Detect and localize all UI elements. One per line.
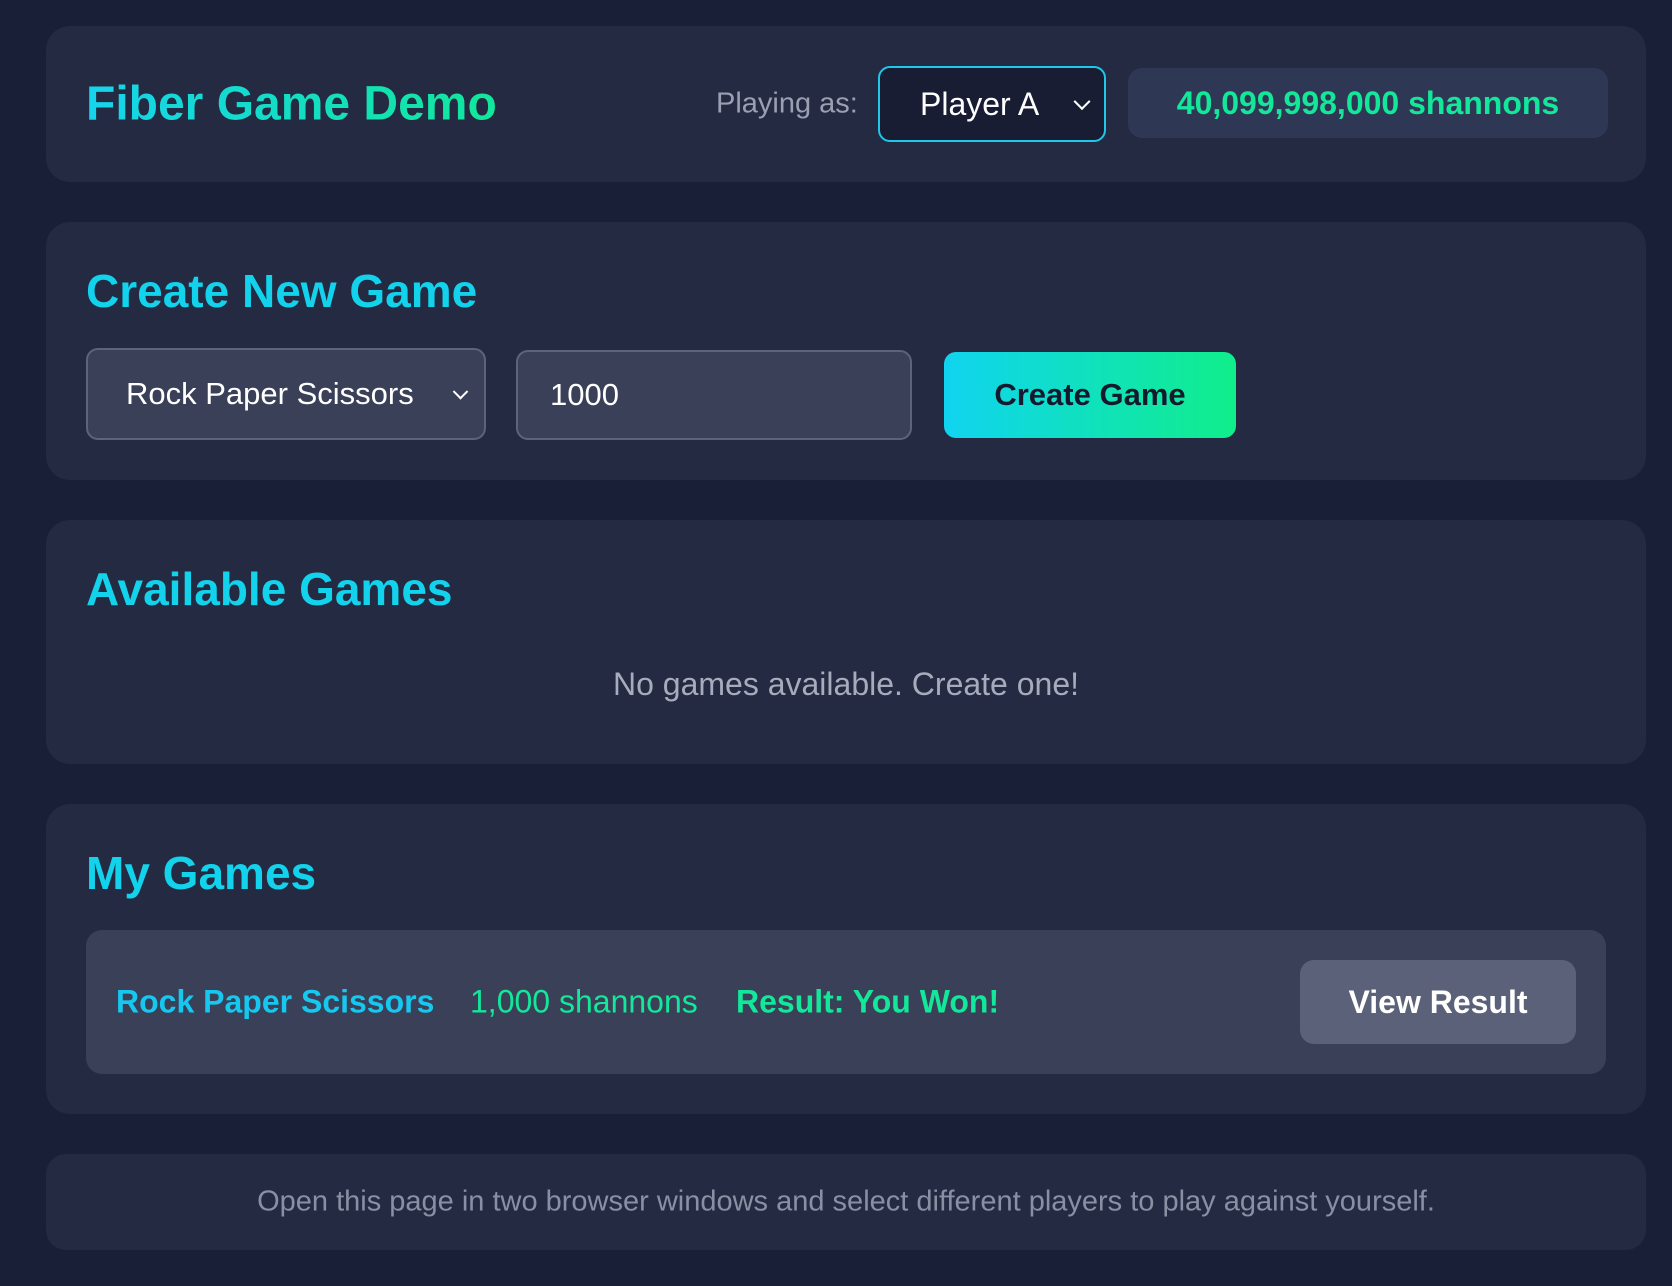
playing-as-label: Playing as: [716, 87, 858, 120]
app-title: Fiber Game Demo [86, 77, 497, 131]
game-row-stake: 1,000 shannons [470, 983, 698, 1020]
footer-card: Open this page in two browser windows an… [46, 1154, 1646, 1250]
available-games-title: Available Games [86, 563, 453, 615]
header-card: Fiber Game Demo Playing as: Player A 40,… [46, 26, 1646, 182]
footer-hint: Open this page in two browser windows an… [257, 1185, 1435, 1218]
chevron-down-icon [1073, 93, 1091, 111]
create-game-button[interactable]: Create Game [944, 352, 1236, 438]
my-games-title: My Games [86, 847, 317, 899]
game-row-result: Result: You Won! [736, 983, 1000, 1020]
create-game-title: Create New Game [86, 265, 478, 317]
game-type-select-value: Rock Paper Scissors [126, 376, 414, 411]
game-row-name: Rock Paper Scissors [116, 983, 435, 1020]
balance-badge: 40,099,998,000 shannons [1128, 68, 1608, 138]
player-select-value: Player A [920, 85, 1040, 122]
page: Fiber Game Demo Playing as: Player A 40,… [0, 0, 1672, 1286]
chevron-down-icon [452, 384, 469, 400]
game-type-select[interactable]: Rock Paper Scissors [86, 348, 486, 440]
my-games-card: My Games Rock Paper Scissors 1,000 shann… [46, 804, 1646, 1114]
stake-input[interactable] [516, 350, 912, 440]
create-game-card: Create New Game Rock Paper Scissors Crea… [46, 222, 1646, 480]
empty-state-message: No games available. Create one! [612, 666, 1080, 702]
game-row: Rock Paper Scissors 1,000 shannons Resul… [86, 930, 1606, 1074]
player-select[interactable]: Player A [878, 66, 1106, 142]
available-games-card: Available Games No games available. Crea… [46, 520, 1646, 764]
view-result-button[interactable]: View Result [1300, 960, 1576, 1044]
